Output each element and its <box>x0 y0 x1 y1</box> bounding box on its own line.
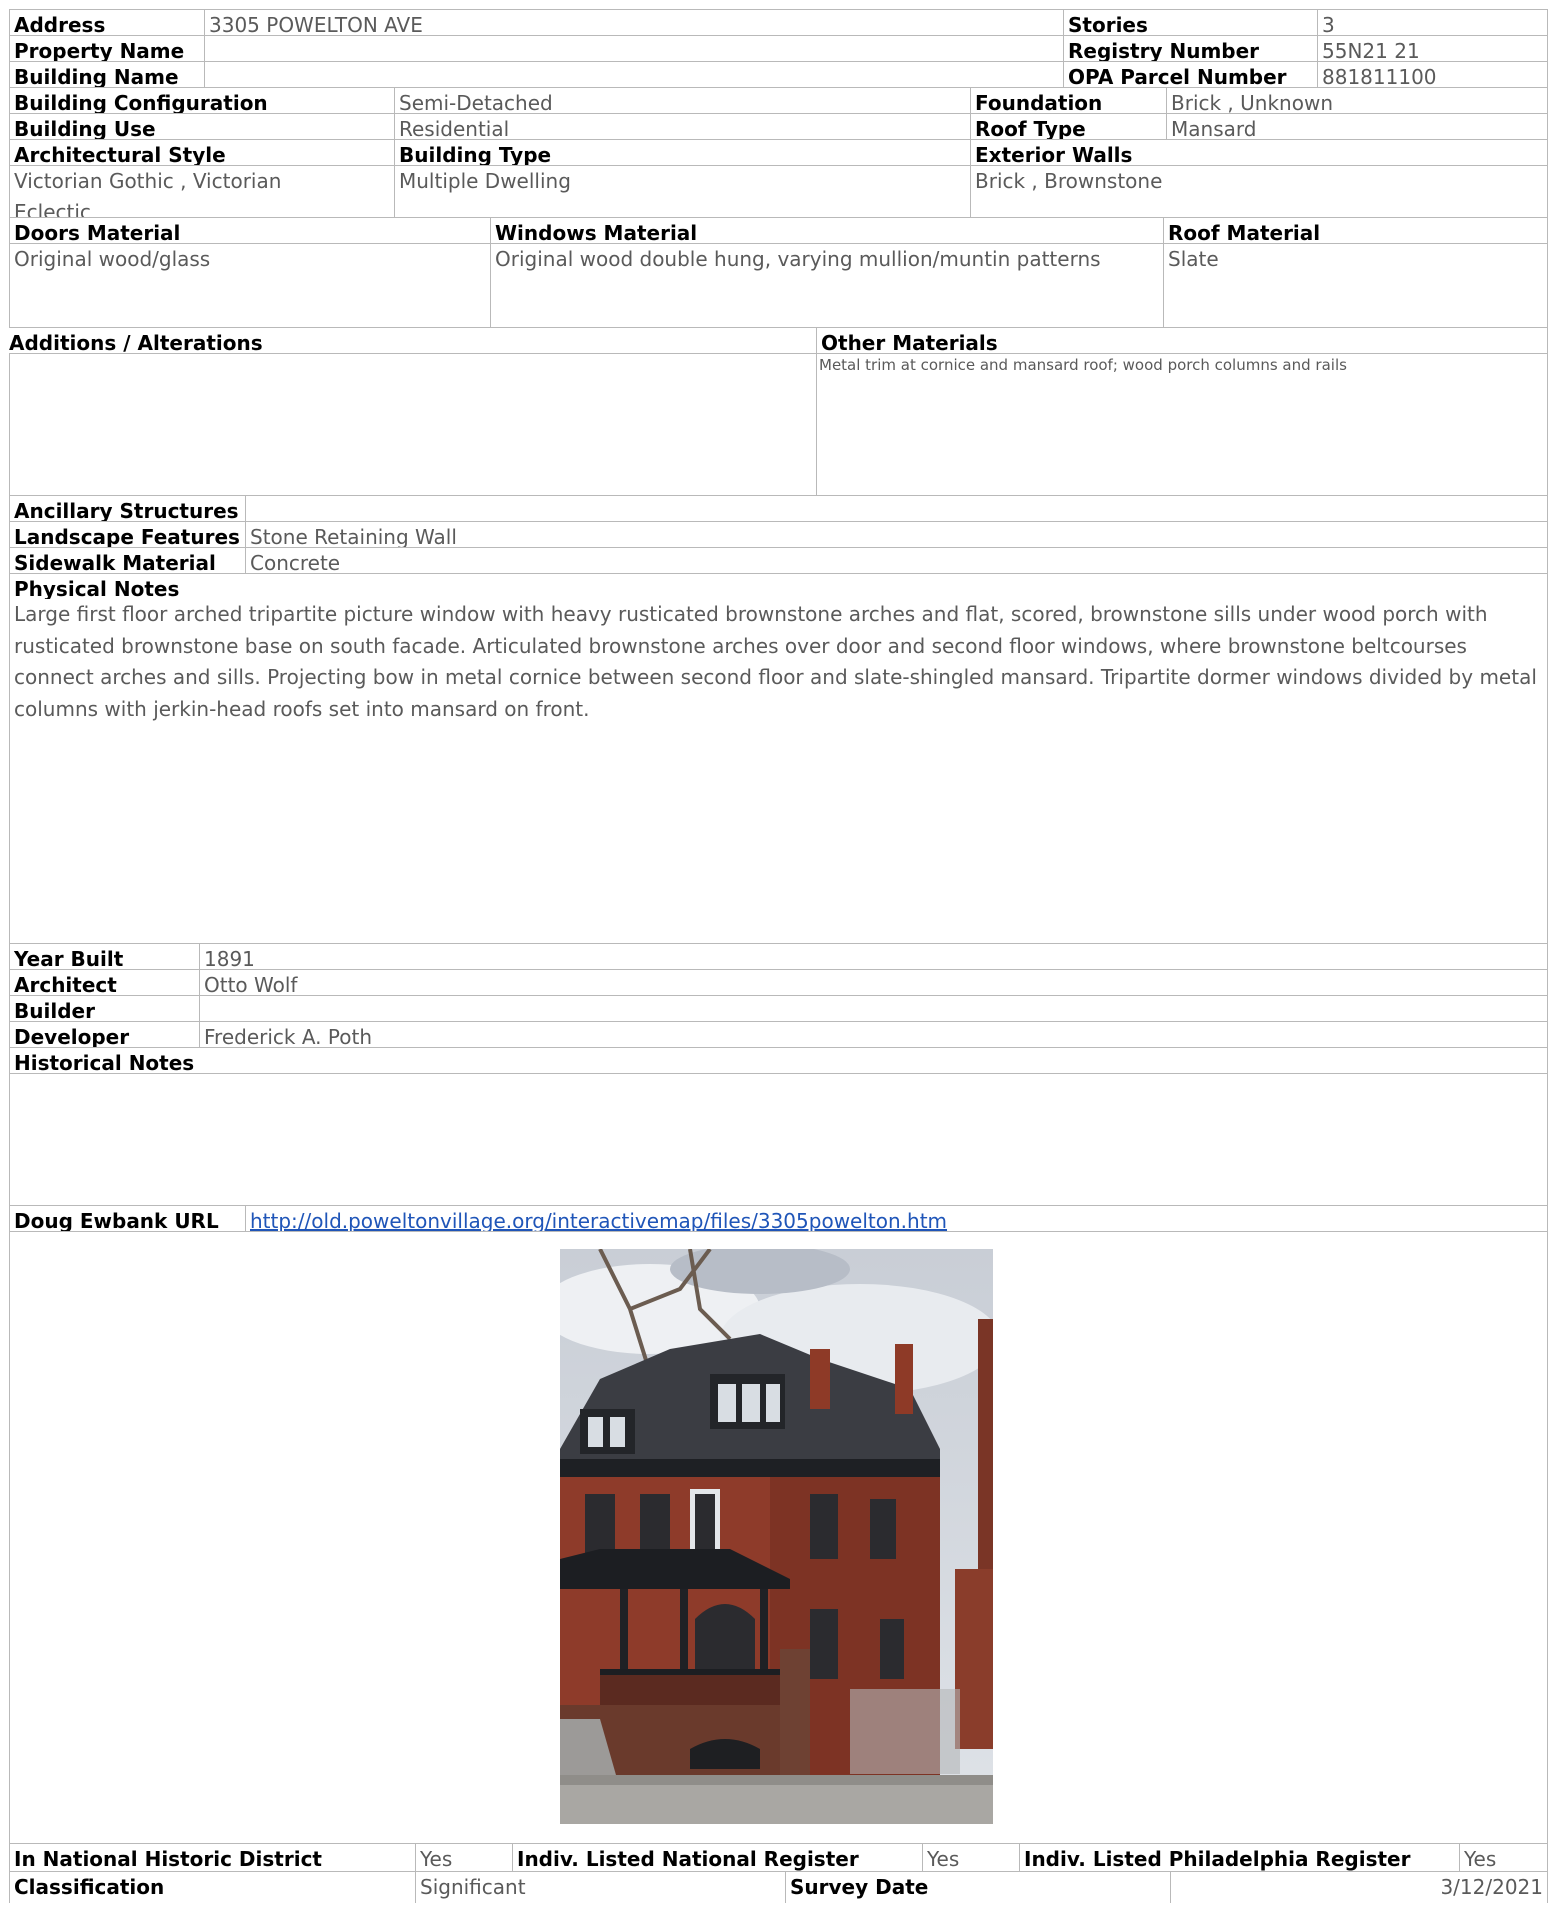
building-use-value: Residential <box>399 117 510 139</box>
building-type-value: Multiple Dwelling <box>399 169 571 193</box>
building-config-value: Semi-Detached <box>399 91 553 113</box>
ancillary-label: Ancillary Structures <box>14 499 239 521</box>
historical-notes-label: Historical Notes <box>14 1051 195 1073</box>
row-material-values: Original wood/glass Original wood double… <box>9 243 1548 327</box>
year-built-value: 1891 <box>204 947 255 969</box>
address-label: Address <box>14 13 106 35</box>
row-additions-values: Metal trim at cornice and mansard roof; … <box>9 353 1548 495</box>
registry-number-value: 55N21 21 <box>1322 39 1420 61</box>
row-architect: Architect Otto Wolf <box>9 969 1548 995</box>
ewbank-url-link[interactable]: http://old.poweltonvillage.org/interacti… <box>246 1209 951 1231</box>
roof-material-value: Slate <box>1168 247 1219 271</box>
property-name-label: Property Name <box>14 39 185 61</box>
year-built-label: Year Built <box>14 947 124 969</box>
classification-label: Classification <box>14 1875 165 1899</box>
roof-material-label: Roof Material <box>1168 221 1321 243</box>
row-additions-headers: Additions / Alterations Other Materials <box>9 327 1548 353</box>
other-materials-label: Other Materials <box>821 331 998 353</box>
classification-value: Significant <box>420 1875 526 1899</box>
developer-value: Frederick A. Poth <box>204 1025 372 1047</box>
developer-label: Developer <box>14 1025 130 1047</box>
roof-type-value: Mansard <box>1171 117 1257 139</box>
doors-material-label: Doors Material <box>14 221 181 243</box>
row-building-name: Building Name OPA Parcel Number 88181110… <box>9 61 1548 87</box>
row-historical-notes-body <box>9 1073 1548 1205</box>
sidewalk-value: Concrete <box>250 551 341 573</box>
national-district-value: Yes <box>420 1847 453 1871</box>
opa-parcel-label: OPA Parcel Number <box>1068 65 1287 87</box>
opa-parcel-value: 881811100 <box>1322 65 1437 87</box>
philadelphia-register-value: Yes <box>1464 1847 1497 1871</box>
survey-date-label: Survey Date <box>790 1875 929 1899</box>
row-designation: In National Historic District Yes Indiv.… <box>9 1843 1548 1871</box>
row-photo <box>9 1231 1548 1843</box>
stories-value: 3 <box>1322 13 1335 35</box>
stories-label: Stories <box>1068 13 1148 35</box>
national-district-label: In National Historic District <box>14 1847 322 1871</box>
row-developer: Developer Frederick A. Poth <box>9 1021 1548 1047</box>
foundation-value: Brick , Unknown <box>1171 91 1333 113</box>
row-classification: Classification Significant Survey Date 3… <box>9 1871 1548 1903</box>
landscape-label: Landscape Features <box>14 525 240 547</box>
row-style-values: Victorian Gothic , Victorian Eclectic Mu… <box>9 165 1548 217</box>
building-photo <box>560 1249 993 1824</box>
national-register-value: Yes <box>927 1847 960 1871</box>
row-historical-notes-header: Historical Notes <box>9 1047 1548 1073</box>
building-type-label: Building Type <box>399 143 552 165</box>
building-use-label: Building Use <box>14 117 156 139</box>
arch-style-label: Architectural Style <box>14 143 226 165</box>
row-year-built: Year Built 1891 <box>9 943 1548 969</box>
row-building-config: Building Configuration Semi-Detached Fou… <box>9 87 1548 113</box>
arch-style-value: Victorian Gothic , Victorian Eclectic <box>14 169 282 217</box>
physical-notes-value: Large first floor arched tripartite pict… <box>14 602 1537 721</box>
registry-number-label: Registry Number <box>1068 39 1260 61</box>
roof-type-label: Roof Type <box>975 117 1086 139</box>
row-ancillary: Ancillary Structures <box>9 495 1548 521</box>
windows-material-value: Original wood double hung, varying mulli… <box>495 247 1101 271</box>
building-config-label: Building Configuration <box>14 91 268 113</box>
builder-label: Builder <box>14 999 95 1021</box>
foundation-label: Foundation <box>975 91 1103 113</box>
row-building-use: Building Use Residential Roof Type Mansa… <box>9 113 1548 139</box>
address-value: 3305 POWELTON AVE <box>209 13 423 35</box>
landscape-value: Stone Retaining Wall <box>250 525 457 547</box>
building-name-label: Building Name <box>14 65 179 87</box>
architect-label: Architect <box>14 973 117 995</box>
row-physical-notes-header: Physical Notes <box>9 573 1548 599</box>
row-url: Doug Ewbank URL http://old.poweltonvilla… <box>9 1205 1548 1231</box>
physical-notes-label: Physical Notes <box>14 577 180 599</box>
windows-material-label: Windows Material <box>495 221 698 243</box>
sidewalk-label: Sidewalk Material <box>14 551 216 573</box>
row-physical-notes-body: Large first floor arched tripartite pict… <box>9 599 1548 943</box>
row-builder: Builder <box>9 995 1548 1021</box>
additions-label: Additions / Alterations <box>9 331 263 353</box>
row-property-name: Property Name Registry Number 55N21 21 <box>9 35 1548 61</box>
row-address: Address 3305 POWELTON AVE Stories 3 <box>9 9 1548 35</box>
architect-value: Otto Wolf <box>204 973 298 995</box>
url-label: Doug Ewbank URL <box>14 1209 219 1231</box>
row-sidewalk: Sidewalk Material Concrete <box>9 547 1548 573</box>
row-material-headers: Doors Material Windows Material Roof Mat… <box>9 217 1548 243</box>
row-style-headers: Architectural Style Building Type Exteri… <box>9 139 1548 165</box>
exterior-walls-value: Brick , Brownstone <box>975 169 1163 193</box>
row-landscape: Landscape Features Stone Retaining Wall <box>9 521 1548 547</box>
exterior-walls-label: Exterior Walls <box>975 143 1133 165</box>
other-materials-value: Metal trim at cornice and mansard roof; … <box>819 356 1347 374</box>
survey-date-value: 3/12/2021 <box>1440 1875 1543 1899</box>
doors-material-value: Original wood/glass <box>14 247 211 271</box>
philadelphia-register-label: Indiv. Listed Philadelphia Register <box>1024 1847 1411 1871</box>
national-register-label: Indiv. Listed National Register <box>517 1847 859 1871</box>
